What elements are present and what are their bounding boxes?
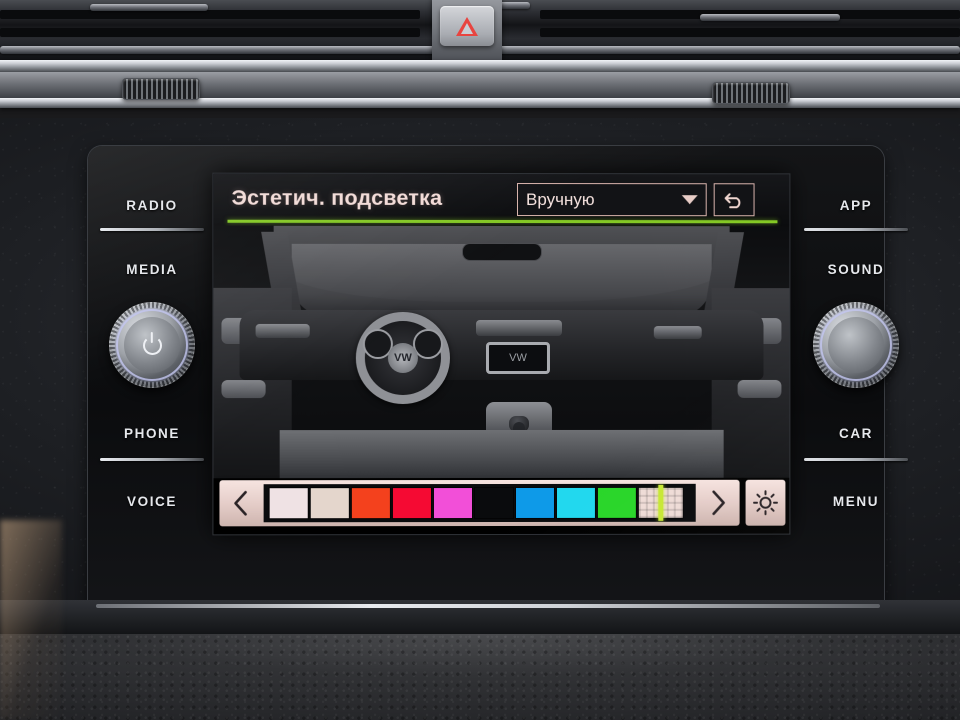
steering-wheel: VW — [355, 311, 450, 405]
back-button[interactable] — [713, 183, 755, 217]
brightness-button[interactable] — [745, 479, 786, 526]
chevron-left-icon — [233, 490, 247, 515]
dropdown-value: Вручную — [525, 189, 595, 209]
accent-underline — [227, 219, 778, 223]
swatch-cream[interactable] — [310, 488, 349, 519]
sidebar-item-app[interactable]: APP — [796, 198, 916, 213]
swatch-white[interactable] — [269, 488, 308, 519]
palette-prev-button[interactable] — [219, 480, 261, 526]
swatch-red[interactable] — [392, 488, 431, 519]
sidebar-item-menu[interactable]: MENU — [796, 494, 916, 509]
separator-radio-media — [100, 228, 204, 231]
interior-preview-image: VW VW — [213, 225, 790, 479]
swatch-orange-red[interactable] — [351, 488, 390, 519]
sidebar-item-car[interactable]: CAR — [796, 426, 916, 441]
sidebar-item-sound[interactable]: SOUND — [796, 262, 916, 277]
swatch-purple[interactable] — [475, 488, 513, 518]
infotainment-photo: RADIO MEDIA PHONE VOICE APP SOUND CAR ME… — [0, 0, 960, 720]
color-palette-toolbar — [219, 479, 740, 527]
sidebar-item-phone[interactable]: PHONE — [92, 426, 212, 441]
vent-thumbwheel-left[interactable] — [122, 78, 200, 100]
knob-face — [828, 317, 884, 373]
lower-chrome-strip — [96, 604, 880, 608]
sidebar-item-media[interactable]: MEDIA — [92, 262, 212, 277]
swatch-cyan[interactable] — [556, 487, 595, 518]
vent-thumbwheel-right[interactable] — [712, 82, 790, 104]
lighting-mode-dropdown[interactable]: Вручную — [516, 183, 707, 217]
left-button-column: RADIO MEDIA PHONE VOICE — [92, 176, 212, 536]
swatch-magenta[interactable] — [433, 488, 472, 519]
power-volume-knob[interactable] — [109, 302, 195, 388]
separator-phone-voice — [100, 458, 204, 461]
sun-icon — [753, 490, 779, 516]
chevron-right-icon — [710, 490, 728, 516]
chevron-down-icon — [681, 195, 698, 205]
swatch-blue[interactable] — [515, 487, 554, 518]
hazard-triangle-icon — [456, 16, 478, 36]
seat-row — [279, 429, 724, 479]
vw-logo-badge: VW — [387, 342, 418, 374]
lower-dash-pad — [0, 634, 960, 720]
power-icon — [142, 335, 162, 355]
page-title: Эстетич. подсветка — [231, 185, 443, 210]
rearview-mirror — [462, 243, 541, 261]
sidebar-item-voice[interactable]: VOICE — [92, 494, 212, 509]
window-reflection — [0, 520, 62, 720]
swatch-current[interactable] — [638, 487, 683, 518]
screen-header: Эстетич. подсветка Вручную — [213, 173, 790, 227]
undo-arrow-icon — [723, 190, 745, 210]
separator-app-sound — [804, 228, 908, 231]
preview-head-unit: VW — [485, 341, 550, 375]
touchscreen-display[interactable]: Эстетич. подсветка Вручную VW VW — [213, 173, 790, 535]
tuning-knob[interactable] — [813, 302, 899, 388]
color-swatch-track[interactable] — [263, 483, 696, 523]
swatch-green[interactable] — [597, 487, 636, 518]
right-button-column: APP SOUND CAR MENU — [796, 176, 916, 536]
knob-face — [124, 317, 180, 373]
separator-car-menu — [804, 458, 908, 461]
palette-next-button[interactable] — [698, 480, 740, 526]
sidebar-item-radio[interactable]: RADIO — [92, 198, 212, 213]
hazard-light-button[interactable] — [440, 6, 494, 46]
dash-chrome-trim-upper — [0, 60, 960, 72]
